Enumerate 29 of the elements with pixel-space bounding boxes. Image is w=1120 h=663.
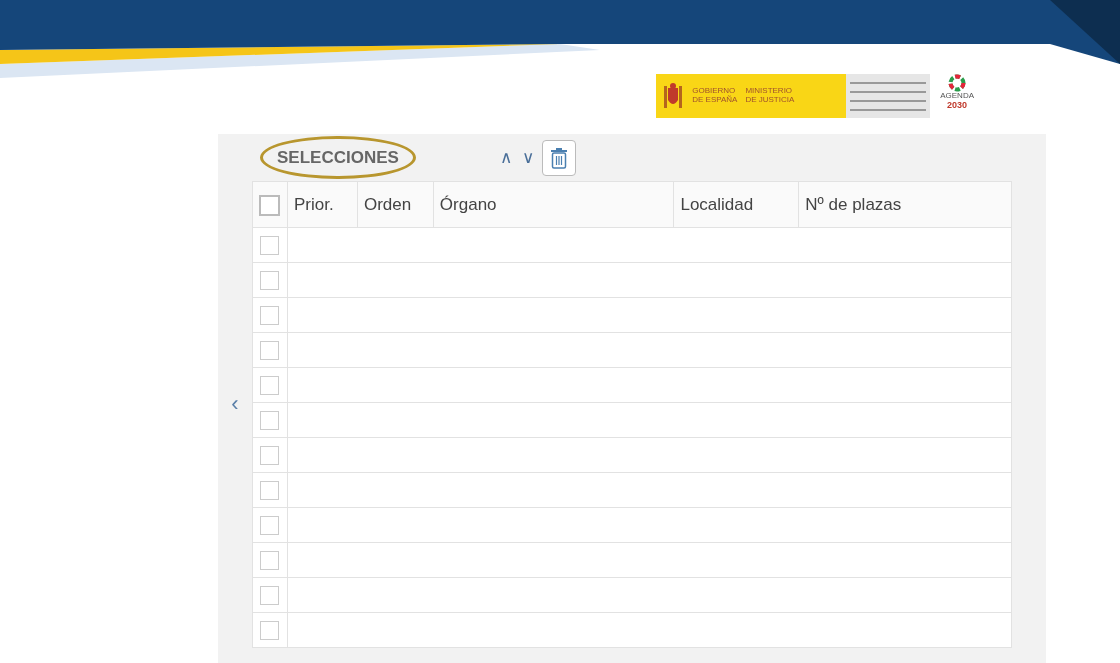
delete-button[interactable] [541,139,576,176]
row-checkbox[interactable] [260,306,280,326]
select-all-checkbox[interactable] [259,194,281,216]
collapse-button[interactable]: ‹ [231,393,239,415]
column-header[interactable]: Orden [357,181,434,228]
move-down-button[interactable]: ∨ [519,144,536,171]
column-header[interactable]: Localidad [673,181,799,228]
row-checkbox[interactable] [260,551,280,571]
row-checkbox[interactable] [260,341,280,361]
row-checkbox[interactable] [260,376,280,396]
row-checkbox[interactable] [260,586,280,606]
logo-text: GOBIERNO DE ESPAÑA [692,87,738,105]
row-checkbox[interactable] [260,621,280,641]
column-header[interactable]: Órgano [433,181,674,228]
coat-of-arms-icon [662,82,685,110]
column-header[interactable]: Nº de plazas [798,181,1012,228]
row-checkbox[interactable] [260,481,280,501]
move-up-button[interactable]: ∧ [497,144,514,171]
row-checkbox[interactable] [260,411,280,431]
trash-icon [549,146,568,169]
logo-text: MINISTERIO DE JUSTICIA [745,87,795,105]
ring-icon [948,74,967,92]
row-checkbox[interactable] [260,236,280,256]
logo-text: AGENDA [940,92,974,101]
logo-text: 2030 [947,100,968,110]
row-checkbox[interactable] [260,516,280,536]
column-header[interactable]: Prior. [287,181,358,228]
row-checkbox[interactable] [260,446,280,466]
row-checkbox[interactable] [260,271,280,291]
